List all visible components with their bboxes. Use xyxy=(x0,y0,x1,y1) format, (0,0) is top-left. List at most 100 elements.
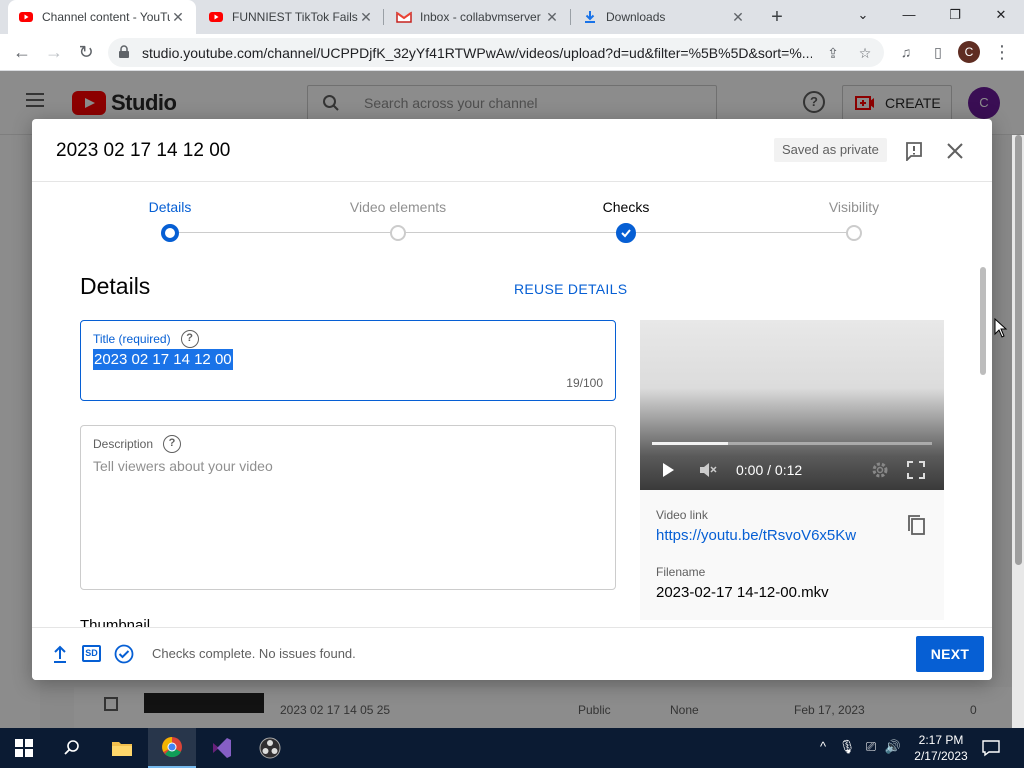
tab-downloads[interactable]: Downloads ✕ xyxy=(572,0,756,34)
close-window-icon[interactable]: ✕ xyxy=(978,0,1024,30)
bookmark-star-icon[interactable]: ☆ xyxy=(856,44,874,62)
tab-channel-content[interactable]: Channel content - YouTube ✕ xyxy=(8,0,196,34)
share-icon[interactable]: ⇪ xyxy=(824,44,842,62)
address-bar[interactable]: studio.youtube.com/channel/UCPPDjfK_32yY… xyxy=(108,38,884,67)
step-visibility[interactable]: Visibility xyxy=(774,199,934,215)
taskbar-file-explorer[interactable] xyxy=(98,728,146,768)
windows-logo-icon xyxy=(15,739,33,757)
close-tab-icon[interactable]: ✕ xyxy=(730,9,746,25)
forward-icon[interactable]: → xyxy=(42,40,66,64)
step-video-elements-dot[interactable] xyxy=(390,225,406,241)
feedback-icon[interactable] xyxy=(904,141,924,161)
restore-icon[interactable]: ❐ xyxy=(932,0,978,30)
clock-time: 2:17 PM xyxy=(918,733,964,747)
filename-label: Filename xyxy=(656,565,706,579)
dialog-scrollbar-thumb[interactable] xyxy=(980,267,986,375)
download-icon xyxy=(585,11,595,23)
step-visibility-dot[interactable] xyxy=(846,225,862,241)
close-icon[interactable] xyxy=(944,140,966,162)
side-panel-icon[interactable]: ▯ xyxy=(926,40,950,64)
checkmark-icon xyxy=(621,229,631,238)
video-link-label: Video link xyxy=(656,508,708,522)
tab-inbox[interactable]: Inbox - collabvmserver ✕ xyxy=(386,0,570,34)
reload-icon[interactable]: ↻ xyxy=(74,40,98,64)
description-label-row: Description ? xyxy=(93,435,182,453)
network-icon[interactable]: ⎚ xyxy=(862,738,880,756)
browser-toolbar: ← → ↻ studio.youtube.com/channel/UCPPDjf… xyxy=(0,34,1024,71)
menu-dots-icon[interactable]: ⋮ xyxy=(990,40,1014,64)
dialog-body: Details REUSE DETAILS Title (required) ?… xyxy=(32,243,992,627)
settings-gear-icon[interactable] xyxy=(870,460,890,480)
tab-search-icon[interactable]: ⌄ xyxy=(840,0,886,30)
gmail-icon xyxy=(396,11,412,23)
saved-status-badge: Saved as private xyxy=(774,138,887,162)
chrome-icon xyxy=(162,737,182,758)
close-tab-icon[interactable]: ✕ xyxy=(358,9,374,25)
close-tab-icon[interactable]: ✕ xyxy=(170,9,186,25)
tab-title: Channel content - YouTube xyxy=(42,10,170,24)
new-tab-button[interactable]: + xyxy=(766,6,788,28)
screen: Channel content - YouTube ✕ FUNNIEST Tik… xyxy=(0,0,1024,768)
taskbar-visual-studio[interactable] xyxy=(198,728,246,768)
dialog-header: 2023 02 17 14 12 00 Saved as private xyxy=(32,119,992,182)
video-preview-panel: 0:00 / 0:12 Video link https://youtu.be/… xyxy=(640,320,944,620)
tab-title: Downloads xyxy=(606,10,666,24)
upload-icon[interactable] xyxy=(50,644,70,664)
close-tab-icon[interactable]: ✕ xyxy=(544,9,560,25)
page-scrollbar-thumb[interactable] xyxy=(1015,135,1022,565)
title-char-counter: 19/100 xyxy=(566,376,603,390)
volume-muted-icon[interactable] xyxy=(698,460,718,480)
play-icon[interactable] xyxy=(658,460,678,480)
help-icon[interactable]: ? xyxy=(180,330,199,348)
tray-overflow-icon[interactable]: ^ xyxy=(814,738,832,756)
windows-taskbar: ^ 🎙 ⎚ 🔊 2:17 PM 2/17/2023 xyxy=(0,728,1024,768)
notifications-icon[interactable] xyxy=(982,739,1000,757)
step-checks[interactable]: Checks xyxy=(546,199,706,215)
next-button[interactable]: NEXT xyxy=(916,636,984,672)
fullscreen-icon[interactable] xyxy=(906,460,926,480)
lock-icon xyxy=(119,45,129,58)
step-checks-dot[interactable] xyxy=(616,223,636,243)
video-progress-bar[interactable] xyxy=(652,442,932,445)
help-icon[interactable]: ? xyxy=(163,435,182,453)
description-field[interactable]: Description ? Tell viewers about your vi… xyxy=(80,425,616,590)
mouse-cursor-icon xyxy=(994,318,1008,338)
tab-title: Inbox - collabvmserver xyxy=(420,10,541,24)
reuse-details-button[interactable]: REUSE DETAILS xyxy=(514,281,627,297)
volume-icon[interactable]: 🔊 xyxy=(884,738,902,756)
url-text: studio.youtube.com/channel/UCPPDjfK_32yY… xyxy=(142,45,812,61)
step-details-dot[interactable] xyxy=(161,224,179,242)
tab-separator xyxy=(570,9,571,25)
checks-complete-icon[interactable] xyxy=(114,644,134,664)
step-details[interactable]: Details xyxy=(90,199,250,215)
microphone-icon[interactable]: 🎙 xyxy=(838,738,856,756)
checks-status-text: Checks complete. No issues found. xyxy=(152,646,356,661)
video-progress-fill xyxy=(652,442,728,445)
step-video-elements[interactable]: Video elements xyxy=(318,199,478,215)
video-player[interactable]: 0:00 / 0:12 xyxy=(640,320,944,490)
upload-dialog: 2023 02 17 14 12 00 Saved as private Det… xyxy=(32,119,992,680)
page-scrollbar[interactable] xyxy=(1012,135,1024,728)
tab-tiktok-fails[interactable]: FUNNIEST TikTok Fails ✕ xyxy=(198,0,384,34)
taskbar-chrome[interactable] xyxy=(148,728,196,768)
taskbar-obs[interactable] xyxy=(246,728,294,768)
sd-quality-badge[interactable]: SD xyxy=(82,645,101,662)
title-field[interactable]: Title (required) ? 2023 02 17 14 12 00 1… xyxy=(80,320,616,401)
tab-separator xyxy=(383,9,384,25)
minimize-icon[interactable]: — xyxy=(886,0,932,30)
profile-avatar[interactable]: C xyxy=(958,41,980,63)
start-button[interactable] xyxy=(0,728,48,768)
taskbar-search-button[interactable] xyxy=(48,728,96,768)
title-input-value[interactable]: 2023 02 17 14 12 00 xyxy=(93,349,233,370)
copy-icon[interactable] xyxy=(906,514,926,536)
media-icon[interactable]: ♫ xyxy=(894,40,918,64)
upload-stepper: Details Video elements Checks Visibility xyxy=(32,183,992,243)
back-icon[interactable]: ← xyxy=(10,40,34,64)
details-heading: Details xyxy=(80,273,151,299)
video-link[interactable]: https://youtu.be/tRsvoV6x5Kw xyxy=(656,527,856,544)
title-field-label-row: Title (required) ? xyxy=(93,330,199,348)
taskbar-clock[interactable]: 2:17 PM 2/17/2023 xyxy=(904,732,978,764)
tab-title: FUNNIEST TikTok Fails xyxy=(232,10,358,24)
youtube-icon xyxy=(209,12,223,22)
thumbnail-heading: Thumbnail xyxy=(80,617,151,627)
